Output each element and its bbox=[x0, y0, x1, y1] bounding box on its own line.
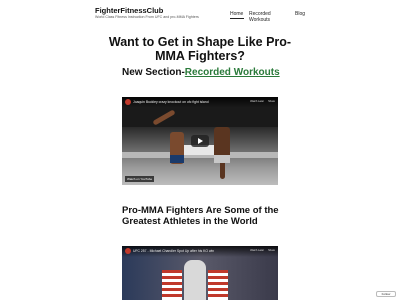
watch-later-button[interactable]: Watch Later bbox=[250, 100, 264, 103]
nav-home[interactable]: Home bbox=[230, 11, 244, 19]
nav-recorded-workouts[interactable]: Recorded Workouts bbox=[249, 11, 291, 23]
play-icon[interactable] bbox=[191, 135, 209, 147]
watch-on-youtube-button[interactable]: Watch on YouTube bbox=[125, 176, 155, 182]
section-prefix: New Section- bbox=[122, 67, 185, 78]
site-title[interactable]: FighterFitnessClub bbox=[95, 6, 163, 15]
recorded-workouts-link[interactable]: Recorded Workouts bbox=[185, 67, 280, 78]
video-embed-1[interactable]: Joaquin Buckley crazy knockout on ufc fi… bbox=[122, 97, 278, 185]
section-heading-recorded: New Section-Recorded Workouts bbox=[122, 67, 282, 79]
site-tagline: World Class Fitness Instruction From UFC… bbox=[95, 15, 199, 19]
video-title[interactable]: Joaquin Buckley crazy knockout on ufc fi… bbox=[133, 100, 209, 104]
video-title[interactable]: UFC 257 - Michael Chandler Spot Up after… bbox=[133, 249, 214, 253]
channel-avatar[interactable] bbox=[125, 99, 131, 105]
share-button[interactable]: Share bbox=[268, 100, 275, 103]
channel-avatar[interactable] bbox=[125, 248, 131, 254]
video-embed-2[interactable]: UFC 257 - Michael Chandler Spot Up after… bbox=[122, 246, 278, 300]
hero-heading: Want to Get in Shape Like Pro-MMA Fighte… bbox=[108, 35, 292, 63]
share-button[interactable]: Share bbox=[268, 249, 275, 252]
watch-later-button[interactable]: Watch Later bbox=[250, 249, 264, 252]
follow-badge[interactable]: Follow bbox=[376, 291, 396, 297]
site-header: FighterFitnessClub World Class Fitness I… bbox=[0, 0, 400, 30]
nav-blog[interactable]: Blog bbox=[295, 11, 307, 17]
section-heading-athletes: Pro-MMA Fighters Are Some of the Greates… bbox=[122, 205, 279, 227]
